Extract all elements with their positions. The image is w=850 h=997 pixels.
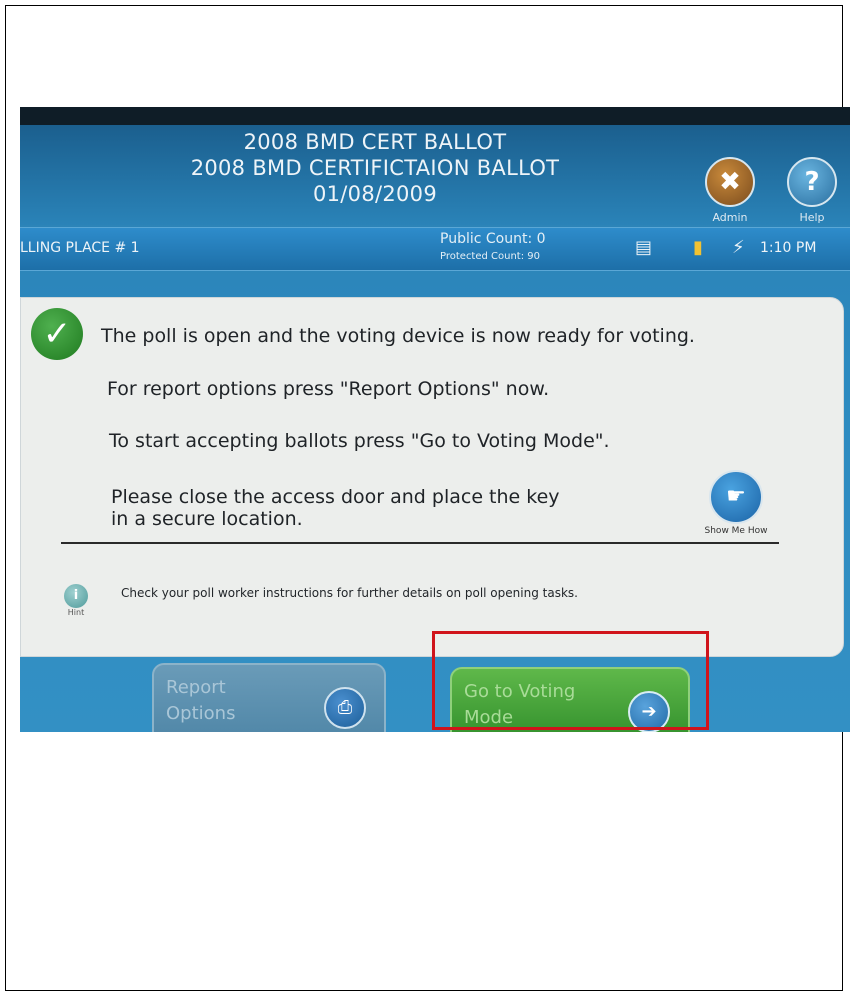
- report-options-label-line1: Report: [166, 677, 226, 698]
- document-icon: ▤: [635, 237, 653, 258]
- report-options-label: Report Options: [166, 675, 306, 727]
- show-me-how-button[interactable]: ☛ Show Me How: [681, 470, 791, 536]
- polling-place: LLING PLACE # 1: [20, 240, 140, 256]
- report-options-label-line2: Options: [166, 703, 236, 724]
- header: 2008 BMD CERT BALLOT 2008 BMD CERTIFICTA…: [20, 125, 850, 225]
- hint-text: Check your poll worker instructions for …: [121, 586, 578, 600]
- message-line-ready: The poll is open and the voting device i…: [101, 325, 695, 347]
- admin-button[interactable]: ✖ Admin: [700, 157, 760, 224]
- ballot-counts: Public Count: 0 Protected Count: 90: [440, 231, 546, 265]
- message-line-voting: To start accepting ballots press "Go to …: [109, 430, 610, 452]
- divider: [61, 542, 779, 544]
- hand-icon: ☛: [709, 470, 763, 524]
- printer-icon: ⎙: [324, 687, 366, 729]
- message-line-key-part2: in a secure location.: [111, 508, 303, 530]
- clock: 1:10 PM: [760, 240, 817, 256]
- ballot-title-line2: 2008 BMD CERTIFICTAION BALLOT: [190, 156, 560, 180]
- message-line-report: For report options press "Report Options…: [107, 378, 550, 400]
- tools-icon: ✖: [705, 157, 755, 207]
- report-options-button[interactable]: Report Options ⎙: [152, 663, 386, 732]
- ballot-date: 01/08/2009: [312, 182, 438, 206]
- checkmark-icon: ✓: [31, 308, 83, 360]
- power-plug-icon: ⚡: [732, 237, 745, 258]
- highlight-box: [432, 631, 709, 730]
- info-icon: i: [64, 584, 88, 608]
- ballot-title-line1: 2008 BMD CERT BALLOT: [243, 130, 507, 154]
- question-icon: ?: [787, 157, 837, 207]
- message-card: ✓ The poll is open and the voting device…: [20, 297, 844, 657]
- message-line-key: Please close the access door and place t…: [111, 486, 560, 530]
- admin-label: Admin: [712, 211, 748, 224]
- ballot-title: 2008 BMD CERT BALLOT 2008 BMD CERTIFICTA…: [140, 129, 610, 207]
- message-line-key-part1: Please close the access door and place t…: [111, 486, 560, 508]
- public-count: Public Count: 0: [440, 231, 546, 247]
- battery-icon: ▮: [693, 237, 703, 258]
- show-me-how-label: Show Me How: [704, 526, 768, 536]
- help-button[interactable]: ? Help: [782, 157, 842, 224]
- hint-button[interactable]: i Hint: [61, 584, 91, 617]
- protected-count: Protected Count: 90: [440, 251, 541, 262]
- status-bar: LLING PLACE # 1 Public Count: 0 Protecte…: [20, 227, 850, 271]
- help-label: Help: [799, 211, 825, 224]
- hint-label: Hint: [67, 608, 85, 617]
